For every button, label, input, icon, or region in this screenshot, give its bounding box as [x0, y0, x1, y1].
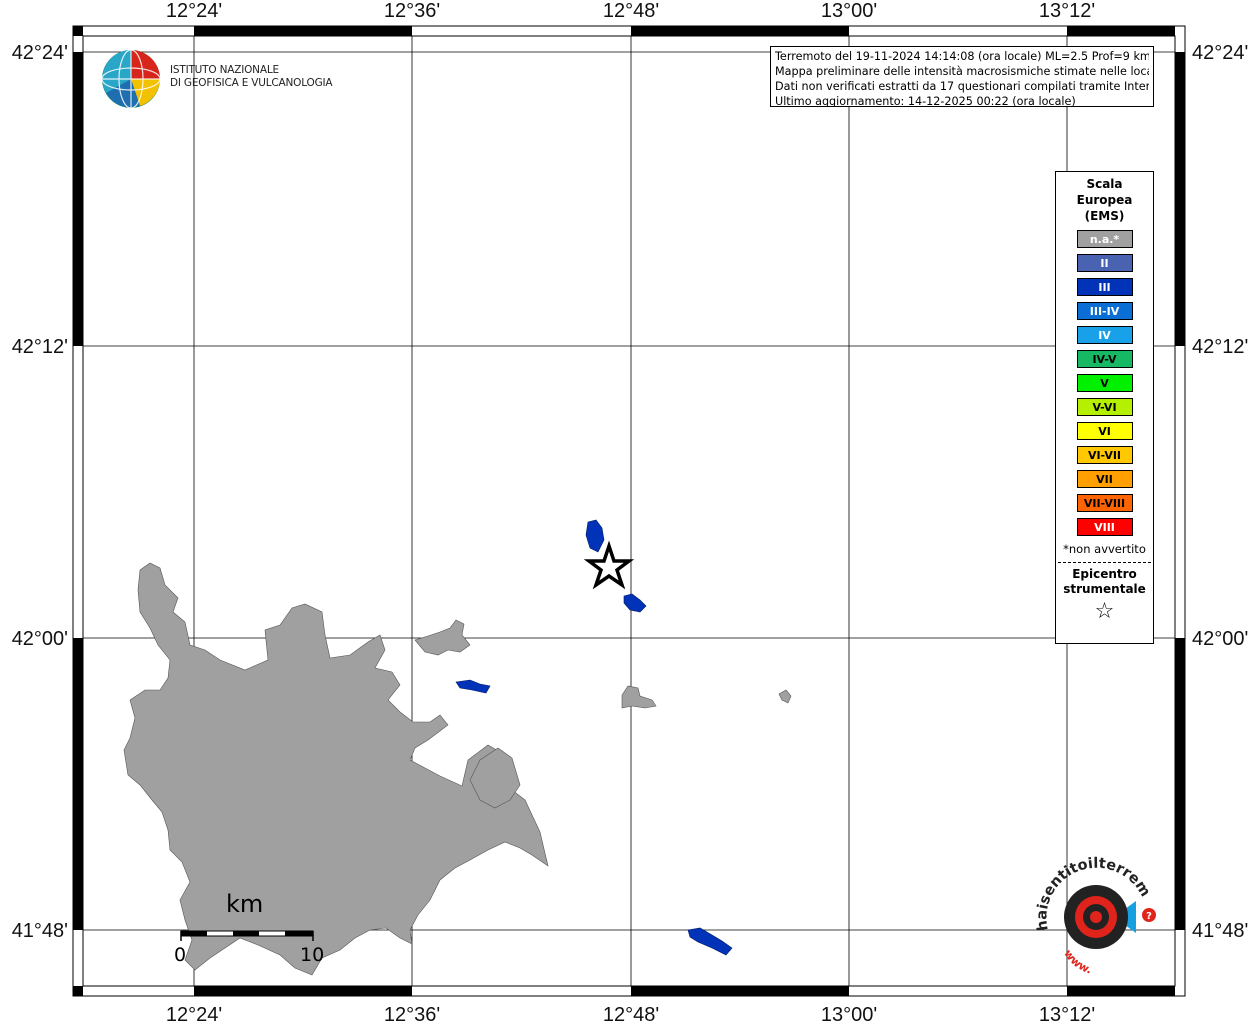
- lat-label: 42°24': [1192, 42, 1248, 64]
- svg-text:?: ?: [1146, 911, 1152, 922]
- ingv-logo: ISTITUTO NAZIONALE DI GEOFISICA E VULCAN…: [100, 48, 340, 110]
- legend-item: VII: [1076, 470, 1133, 488]
- urban-area-east: [621, 685, 657, 709]
- legend-epicenter-line2: strumentale: [1063, 582, 1146, 596]
- scale-start-label: 0: [174, 944, 187, 966]
- legend-title-line3: (EMS): [1084, 209, 1125, 223]
- ingv-logo-line2: DI GEOFISICA E VULCANOLOGIA: [170, 77, 333, 89]
- lon-label: 13°12': [1039, 0, 1095, 22]
- legend-item: V-VI: [1076, 398, 1133, 416]
- legend-divider: [1058, 562, 1151, 563]
- legend-title-line1: Scala: [1086, 177, 1123, 191]
- urban-area-northeast: [414, 619, 471, 656]
- intensity-areas: [455, 519, 733, 956]
- legend-item: VI: [1076, 422, 1133, 440]
- urban-areas: [123, 562, 792, 976]
- legend-item: n.a.*: [1076, 230, 1133, 248]
- haisentito-target-icon: ? haisentitoilterremoto.it www.: [1031, 843, 1156, 977]
- legend-title-line2: Europea: [1076, 193, 1133, 207]
- scale-end-label: 10: [300, 944, 325, 966]
- locality-intensity-iii: [455, 679, 491, 694]
- info-line-event: Terremoto del 19-11-2024 14:14:08 (ora l…: [775, 50, 1149, 63]
- earthquake-info-box: Terremoto del 19-11-2024 14:14:08 (ora l…: [770, 46, 1154, 107]
- legend-item: III: [1076, 278, 1133, 296]
- lon-label: 12°48': [603, 1004, 659, 1024]
- lat-label: 42°24': [12, 42, 68, 64]
- lon-label: 12°48': [603, 0, 659, 22]
- legend-epicenter-line1: Epicentro: [1072, 567, 1137, 581]
- legend-item: IV: [1076, 326, 1133, 344]
- legend-item: V: [1076, 374, 1133, 392]
- lon-label: 12°36': [384, 0, 440, 22]
- legend-item: IV-V: [1076, 350, 1133, 368]
- info-line-updated: Ultimo aggiornamento: 14-12-2025 00:22 (…: [775, 95, 1076, 107]
- latitude-labels-right: 42°24' 42°12' 42°00' 41°48': [1192, 42, 1248, 942]
- globe-icon: [101, 49, 161, 109]
- latitude-labels-left: 42°24' 42°12' 42°00' 41°48': [12, 42, 68, 942]
- ingv-logo-line1: ISTITUTO NAZIONALE: [170, 64, 279, 76]
- locality-intensity-iii: [687, 927, 733, 956]
- legend-item: II: [1076, 254, 1133, 272]
- locality-intensity-iii: [585, 519, 605, 553]
- lon-label: 12°24': [166, 0, 222, 22]
- lat-label: 42°00': [1192, 628, 1248, 650]
- ems-legend: Scala Europea (EMS) n.a.* II III III-IV IV IV…: [1055, 171, 1154, 644]
- haisentito-logo: ? haisentitoilterremoto.it www.: [1031, 843, 1161, 977]
- ingv-logo-text: ISTITUTO NAZIONALE DI GEOFISICA E VULCAN…: [170, 64, 333, 90]
- lon-label: 12°36': [384, 1004, 440, 1024]
- legend-star-icon: ☆: [1094, 599, 1115, 624]
- lat-label: 41°48': [12, 920, 68, 942]
- epicenter-star-icon: [583, 540, 635, 590]
- lat-label: 41°48': [1192, 920, 1248, 942]
- longitude-labels-bottom: 12°24' 12°36' 12°48' 13°00' 13°12': [166, 1004, 1095, 1024]
- locality-intensity-iii: [623, 593, 647, 613]
- scale-unit-label: km: [226, 890, 264, 918]
- legend-item: VI-VII: [1076, 446, 1133, 464]
- legend-item: VIII: [1076, 518, 1133, 536]
- legend-note: *non avvertito: [1063, 542, 1146, 556]
- legend-items: n.a.* II III III-IV IV IV-V V V-VI VI VI-VII VII VI…: [1056, 230, 1153, 536]
- info-line-description: Mappa preliminare delle intensità macros…: [775, 65, 1149, 78]
- lat-label: 42°12': [12, 336, 68, 358]
- lon-label: 13°00': [821, 1004, 877, 1024]
- lon-label: 13°12': [1039, 1004, 1095, 1024]
- lon-label: 13°00': [821, 0, 877, 22]
- legend-item: III-IV: [1076, 302, 1133, 320]
- longitude-labels-top: 12°24' 12°36' 12°48' 13°00' 13°12': [166, 0, 1095, 22]
- haisentito-url-prefix: www.: [1061, 947, 1093, 975]
- urban-area-small: [778, 689, 792, 704]
- lat-label: 42°00': [12, 628, 68, 650]
- lat-label: 42°12': [1192, 336, 1248, 358]
- legend-title: Scala Europea (EMS): [1056, 176, 1153, 224]
- lon-label: 12°24': [166, 1004, 222, 1024]
- legend-item: VII-VIII: [1076, 494, 1133, 512]
- legend-epicenter-label: Epicentro strumentale: [1056, 567, 1153, 597]
- info-line-source: Dati non verificati estratti da 17 quest…: [775, 80, 1149, 93]
